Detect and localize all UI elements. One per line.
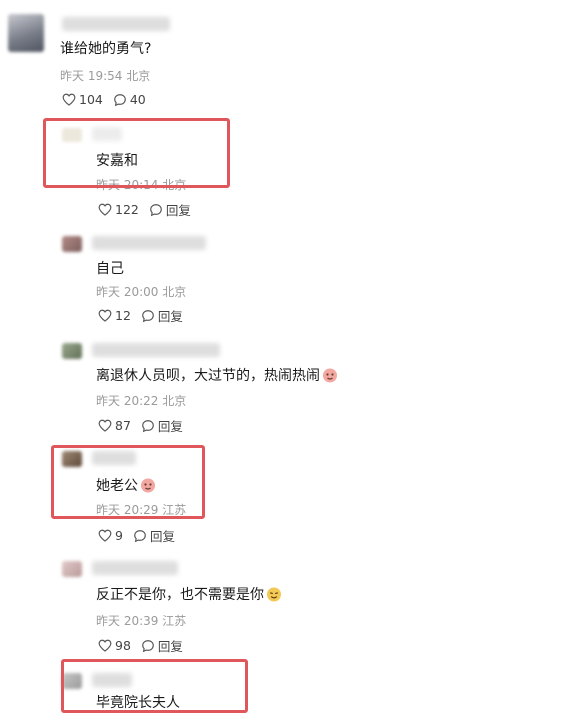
reply-actions: 87 回复 <box>98 416 183 435</box>
heart-icon <box>98 419 112 432</box>
like-count: 104 <box>79 92 103 107</box>
like-button[interactable]: 104 <box>62 92 103 107</box>
like-button[interactable]: 87 <box>98 418 131 433</box>
reply-meta: 昨天 20:39 江苏 <box>96 614 187 628</box>
like-count: 12 <box>115 308 131 323</box>
reply-button[interactable]: 回复 <box>141 306 183 325</box>
username-blurred[interactable] <box>62 17 170 31</box>
heart-icon <box>98 529 112 542</box>
heart-icon <box>98 203 112 216</box>
like-button[interactable]: 98 <box>98 638 131 653</box>
reply-meta: 昨天 20:22 北京 <box>96 394 187 408</box>
reply-text: 自己 <box>96 261 124 277</box>
heart-icon <box>62 93 76 106</box>
reply-count-button[interactable]: 40 <box>113 92 146 107</box>
like-count: 98 <box>115 638 131 653</box>
comment-actions: 104 40 <box>62 92 146 107</box>
comment-bubble-icon <box>142 309 154 322</box>
reply-text: 反正不是你，也不需要是你 <box>96 584 282 604</box>
reply-actions: 12 回复 <box>98 306 183 325</box>
comment-meta: 昨天 19:54 北京 <box>60 69 151 83</box>
reply-button[interactable]: 回复 <box>141 636 183 655</box>
comment-bubble-icon <box>142 419 154 432</box>
highlight-box <box>51 445 205 519</box>
reply-text: 离退休人员呗，大过节的，热闹热闹 <box>96 365 338 385</box>
reply-button[interactable]: 回复 <box>149 200 191 219</box>
heart-icon <box>98 639 112 652</box>
like-count: 9 <box>115 528 123 543</box>
reply-actions: 9 回复 <box>98 526 175 545</box>
comment-bubble-icon <box>134 529 146 542</box>
emoji-icon <box>267 587 281 602</box>
avatar[interactable] <box>62 343 82 359</box>
comment-bubble-icon <box>114 93 126 106</box>
like-button[interactable]: 122 <box>98 202 139 217</box>
avatar[interactable] <box>62 561 82 577</box>
reply-actions: 122 回复 <box>98 200 191 219</box>
like-count: 87 <box>115 418 131 433</box>
reply-button[interactable]: 回复 <box>141 416 183 435</box>
username-blurred[interactable] <box>92 343 220 357</box>
highlight-box <box>43 118 230 188</box>
like-button[interactable]: 12 <box>98 308 131 323</box>
username-blurred[interactable] <box>92 561 178 575</box>
highlight-box <box>61 659 248 713</box>
comment-text: 谁给她的勇气? <box>60 41 152 57</box>
username-blurred[interactable] <box>92 236 206 250</box>
comment-bubble-icon <box>150 203 162 216</box>
like-count: 122 <box>115 202 139 217</box>
reply-meta: 昨天 20:00 北京 <box>96 285 187 299</box>
like-button[interactable]: 9 <box>98 528 123 543</box>
heart-icon <box>98 309 112 322</box>
reply-button[interactable]: 回复 <box>133 526 175 545</box>
avatar[interactable] <box>62 236 82 252</box>
comment-bubble-icon <box>142 639 154 652</box>
reply-actions: 98 回复 <box>98 636 183 655</box>
avatar[interactable] <box>8 14 44 52</box>
reply-count: 40 <box>129 92 146 107</box>
emoji-icon <box>323 368 337 383</box>
